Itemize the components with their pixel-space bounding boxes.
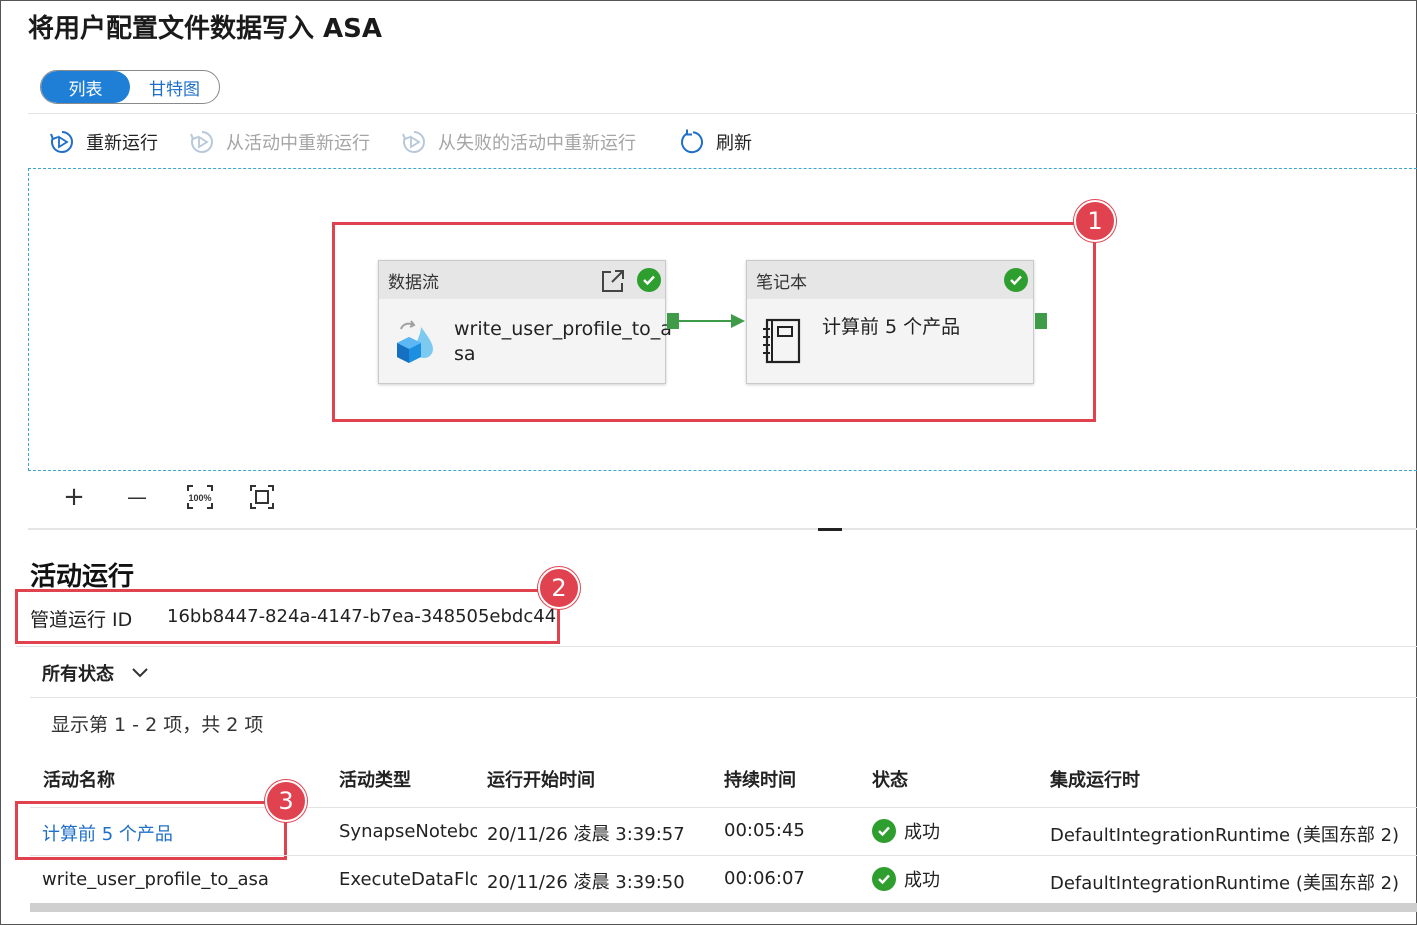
run-start-time: 20/11/26 凌晨 3:39:50 [487, 872, 685, 893]
resize-handle[interactable] [818, 528, 842, 531]
zoom-100-icon: 100% [187, 485, 213, 509]
fit-to-screen-button[interactable] [245, 482, 279, 512]
rerun-button[interactable]: 重新运行 [48, 128, 158, 156]
rerun-from-activity-icon [190, 131, 213, 153]
node-name-line-1: write_user_profile_to_a [454, 318, 672, 340]
rerun-from-failed-label: 从失败的活动中重新运行 [438, 133, 636, 154]
column-header-duration[interactable]: 持续时间 [724, 766, 796, 792]
open-external-icon[interactable] [600, 268, 626, 294]
node-name-line-2: sa [454, 343, 476, 365]
tab-gantt[interactable]: 甘特图 [130, 71, 219, 103]
activity-name-link[interactable]: 计算前 5 个产品 [42, 820, 173, 846]
callout-badge-2: 2 [538, 567, 580, 609]
run-id-label: 管道运行 ID [30, 609, 133, 631]
node-name: 计算前 5 个产品 [822, 316, 961, 338]
rerun-label: 重新运行 [86, 133, 158, 154]
status-filter-label: 所有状态 [42, 664, 114, 685]
tab-list[interactable]: 列表 [41, 71, 130, 103]
output-port[interactable] [1035, 313, 1047, 329]
node-body: write_user_profile_to_a sa [379, 299, 672, 385]
zoom-100-text: 100% [188, 493, 211, 503]
column-header-runtime[interactable]: 集成运行时 [1050, 766, 1140, 792]
fit-to-screen-icon [250, 485, 274, 509]
run-duration: 00:06:07 [724, 868, 805, 889]
run-id-value: 16bb8447-824a-4147-b7ea-348505ebdc44 [167, 606, 557, 627]
node-type-label: 笔记本 [756, 272, 807, 293]
callout-badge-3: 3 [265, 780, 307, 822]
horizontal-scrollbar[interactable] [30, 903, 1417, 912]
rerun-icon [50, 131, 73, 153]
divider [16, 646, 1417, 647]
pipeline-node-notebook[interactable]: 笔记本 计算前 5 个产品 [746, 260, 1034, 384]
toolbar: 重新运行 从活动中重新运行 从失败的活动中重新运行 刷新 [48, 126, 782, 158]
node-type-label: 数据流 [388, 272, 439, 293]
rerun-from-failed-icon [402, 131, 425, 153]
run-status: 成功 [872, 818, 940, 844]
node-name: write_user_profile_to_a sa [454, 317, 672, 367]
page-title: 将用户配置文件数据写入 ASA [28, 14, 383, 44]
divider [30, 855, 1417, 856]
success-check-icon [637, 268, 661, 292]
dataflow-icon [397, 320, 433, 363]
node-header: 笔记本 [747, 261, 1033, 299]
run-status-text: 成功 [904, 822, 940, 843]
output-port[interactable] [667, 313, 679, 329]
integration-runtime: DefaultIntegrationRuntime (美国东部 2) [1050, 873, 1400, 894]
column-header-start[interactable]: 运行开始时间 [487, 766, 595, 792]
rerun-from-activity-label: 从活动中重新运行 [226, 133, 370, 154]
view-toggle: 列表 甘特图 [40, 70, 220, 104]
notebook-icon [763, 318, 801, 364]
success-check-icon [872, 819, 896, 843]
callout-badge-1: 1 [1074, 200, 1116, 242]
column-header-type[interactable]: 活动类型 [339, 766, 411, 792]
zoom-in-button[interactable]: + [57, 482, 91, 512]
node-header: 数据流 [379, 261, 665, 299]
chevron-down-icon [132, 668, 148, 678]
divider [28, 528, 1417, 530]
run-status: 成功 [872, 866, 940, 892]
activity-runs-title: 活动运行 [30, 562, 135, 592]
success-check-icon [1004, 268, 1028, 292]
success-check-icon [872, 867, 896, 891]
result-count: 显示第 1 - 2 项，共 2 项 [51, 714, 264, 736]
run-status-text: 成功 [904, 870, 940, 891]
zoom-out-button[interactable]: — [120, 482, 154, 512]
divider [28, 113, 1417, 114]
run-start-time: 20/11/26 凌晨 3:39:57 [487, 824, 685, 845]
refresh-icon [681, 129, 703, 154]
activity-name-link[interactable]: write_user_profile_to_asa [42, 869, 269, 890]
run-duration: 00:05:45 [724, 820, 805, 841]
rerun-from-failed-button[interactable]: 从失败的活动中重新运行 [400, 128, 636, 156]
node-body: 计算前 5 个产品 [747, 299, 1033, 385]
integration-runtime: DefaultIntegrationRuntime (美国东部 2) [1050, 825, 1400, 846]
column-header-name[interactable]: 活动名称 [43, 766, 115, 792]
rerun-from-activity-button[interactable]: 从活动中重新运行 [188, 128, 370, 156]
divider [30, 697, 1417, 698]
column-header-status[interactable]: 状态 [872, 766, 908, 792]
refresh-label: 刷新 [716, 133, 752, 154]
connector-arrow [679, 314, 745, 328]
activity-type: SynapseNotebook [339, 821, 477, 842]
zoom-100-button[interactable]: 100% [183, 482, 217, 512]
pipeline-node-dataflow[interactable]: 数据流 write_user_profile_to_a sa [378, 260, 672, 385]
activity-type: ExecuteDataFlow [339, 869, 477, 890]
status-filter[interactable]: 所有状态 [42, 660, 150, 686]
refresh-button[interactable]: 刷新 [678, 128, 752, 156]
